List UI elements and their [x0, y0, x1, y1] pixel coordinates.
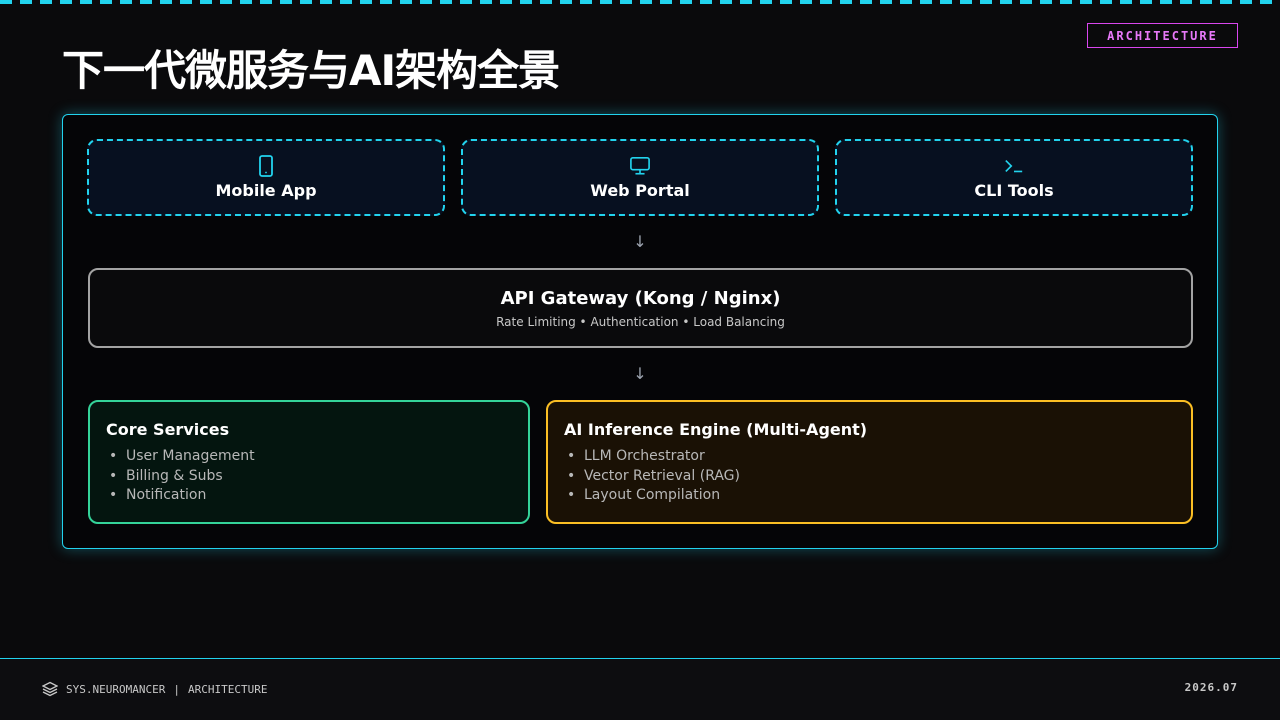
- list-item: Layout Compilation: [564, 486, 1175, 506]
- list-item: LLM Orchestrator: [564, 447, 1175, 467]
- client-cli-tools: CLI Tools: [835, 139, 1193, 216]
- terminal-icon: [1004, 155, 1024, 177]
- client-mobile-app: Mobile App: [87, 139, 445, 216]
- section-badge: ARCHITECTURE: [1087, 23, 1238, 48]
- list-item: Notification: [106, 486, 512, 506]
- top-dashed-border: [0, 0, 1280, 4]
- layers-icon: [42, 681, 58, 697]
- footer-divider: |: [173, 682, 180, 696]
- core-services-box: Core Services User Management Billing & …: [88, 400, 530, 524]
- arrow-down-icon: ↓: [633, 232, 647, 251]
- arrow-down-icon: ↓: [633, 364, 647, 383]
- page-title: 下一代微服务与AI架构全景: [62, 46, 560, 95]
- ai-engine-list: LLM Orchestrator Vector Retrieval (RAG) …: [564, 447, 1175, 506]
- ai-engine-title: AI Inference Engine (Multi-Agent): [564, 420, 868, 439]
- gateway-title: API Gateway (Kong / Nginx): [500, 287, 781, 309]
- footer: SYS.NEUROMANCER | ARCHITECTURE 2026.07: [0, 658, 1280, 720]
- api-gateway-box: API Gateway (Kong / Nginx) Rate Limiting…: [88, 268, 1193, 348]
- footer-section: ARCHITECTURE: [187, 682, 268, 696]
- core-services-list: User Management Billing & Subs Notificat…: [106, 447, 512, 506]
- list-item: Vector Retrieval (RAG): [564, 467, 1175, 487]
- smartphone-icon: [256, 155, 276, 177]
- footer-brand: SYS.NEUROMANCER: [66, 682, 166, 696]
- list-item: User Management: [106, 447, 512, 467]
- core-services-title: Core Services: [106, 420, 230, 439]
- footer-date: 2026.07: [1184, 681, 1238, 694]
- monitor-icon: [630, 155, 650, 177]
- list-item: Billing & Subs: [106, 467, 512, 487]
- client-label: CLI Tools: [974, 181, 1054, 200]
- ai-engine-box: AI Inference Engine (Multi-Agent) LLM Or…: [546, 400, 1193, 524]
- client-label: Mobile App: [215, 181, 317, 200]
- client-label: Web Portal: [590, 181, 690, 200]
- gateway-subtitle: Rate Limiting • Authentication • Load Ba…: [496, 314, 785, 329]
- footer-brand-group: SYS.NEUROMANCER | ARCHITECTURE: [42, 681, 267, 697]
- client-web-portal: Web Portal: [461, 139, 819, 216]
